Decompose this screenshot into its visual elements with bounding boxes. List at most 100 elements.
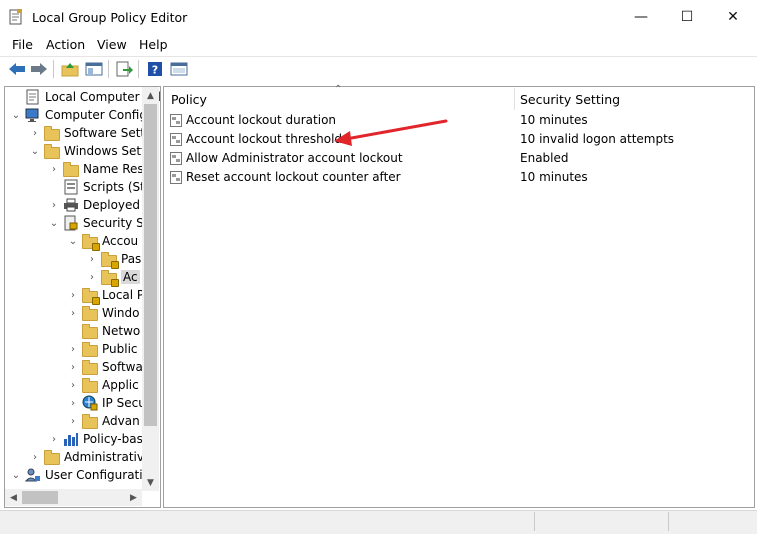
scroll-left-icon[interactable]: ◀ xyxy=(5,489,22,506)
expand-chevron-icon[interactable]: › xyxy=(49,196,59,214)
show-hide-tree-icon[interactable] xyxy=(84,59,104,79)
column-divider[interactable] xyxy=(514,88,515,110)
tree-node[interactable]: ⌄ Security Se xyxy=(49,214,151,232)
tree-node-label: Accou xyxy=(102,234,139,248)
expand-chevron-icon[interactable]: › xyxy=(30,124,40,142)
policy-doc-icon xyxy=(25,89,41,105)
close-button[interactable]: ✕ xyxy=(710,0,756,34)
tree-pane[interactable]: Local Computer Polic ⌄ Computer Config › Sof… xyxy=(4,86,161,508)
maximize-button[interactable]: ☐ xyxy=(664,0,710,34)
scroll-up-icon[interactable]: ▲ xyxy=(142,87,159,104)
policy-name: Account lockout duration xyxy=(186,113,337,127)
policy-row[interactable]: Account lockout duration 10 minutes xyxy=(168,111,748,130)
column-header-policy[interactable]: Policy xyxy=(171,88,207,110)
menu-action[interactable]: Action xyxy=(46,37,85,52)
tree-node[interactable]: Scripts (Sta xyxy=(49,178,152,196)
tree-node[interactable]: ⌄ User Configuratio xyxy=(11,466,150,484)
collapse-chevron-icon[interactable]: ⌄ xyxy=(68,232,78,250)
back-icon[interactable] xyxy=(7,59,27,79)
tree-node[interactable]: › Administrative xyxy=(30,448,151,466)
tree-node-label: Applic xyxy=(102,378,139,392)
collapse-chevron-icon[interactable]: ⌄ xyxy=(30,142,40,160)
tree-node[interactable]: › Local P xyxy=(68,286,145,305)
tree-node[interactable]: ⌄ Windows Sett xyxy=(30,142,146,160)
expand-chevron-icon[interactable]: › xyxy=(87,250,97,268)
tree-node[interactable]: › Name Res xyxy=(49,160,144,178)
chart-icon xyxy=(63,431,79,447)
expand-chevron-icon[interactable]: › xyxy=(68,412,78,430)
expand-chevron-icon[interactable]: › xyxy=(49,160,59,178)
up-folder-icon[interactable] xyxy=(60,59,80,79)
menu-view[interactable]: View xyxy=(97,37,127,52)
expand-chevron-icon[interactable]: › xyxy=(68,358,78,376)
tree-node[interactable]: Local Computer Polic xyxy=(11,88,160,106)
tree-node[interactable]: ⌄ Computer Config xyxy=(11,106,147,124)
tree-node-label: Local P xyxy=(102,288,145,302)
printer-icon xyxy=(63,197,79,213)
policy-row[interactable]: Allow Administrator account lockout Enab… xyxy=(168,149,748,168)
sort-ascending-icon: ⌃ xyxy=(334,84,343,95)
expand-chevron-icon[interactable]: › xyxy=(87,268,97,286)
collapse-chevron-icon[interactable]: ⌄ xyxy=(11,466,21,484)
properties-icon[interactable] xyxy=(169,59,189,79)
tree-node[interactable]: Netwo xyxy=(68,322,140,340)
ip-security-icon xyxy=(82,395,98,411)
tree-scroll-thumb[interactable] xyxy=(144,104,157,426)
tree-node[interactable]: › Software Setti xyxy=(30,124,148,142)
expand-chevron-icon[interactable]: › xyxy=(68,304,78,322)
tree-node[interactable]: › IP Secu xyxy=(68,394,146,412)
expand-chevron-icon[interactable]: › xyxy=(68,286,78,304)
tree-node[interactable]: ⌄ Accou xyxy=(68,232,139,251)
policy-setting-value: 10 minutes xyxy=(520,113,588,127)
folder-icon xyxy=(82,377,98,393)
security-icon xyxy=(63,215,79,231)
lock-folder-icon xyxy=(101,251,119,269)
expand-chevron-icon[interactable]: › xyxy=(68,376,78,394)
scroll-down-icon[interactable]: ▼ xyxy=(142,474,159,491)
tree-node[interactable]: › Applic xyxy=(68,376,139,394)
expand-chevron-icon[interactable]: › xyxy=(68,394,78,412)
tree-node-label: Security Se xyxy=(83,216,152,230)
policy-row[interactable]: Account lockout threshold 10 invalid log… xyxy=(168,130,748,149)
expand-chevron-icon[interactable]: › xyxy=(68,340,78,358)
tree-node-label: Software Setti xyxy=(64,126,149,140)
tree-node[interactable]: › Advan xyxy=(68,412,140,430)
help-icon[interactable]: ? xyxy=(145,59,165,79)
lock-folder-icon xyxy=(82,287,100,305)
status-divider xyxy=(534,512,535,531)
folder-icon xyxy=(82,359,98,375)
tree-node[interactable]: › Deployed xyxy=(49,196,140,214)
policy-row[interactable]: Reset account lockout counter after 10 m… xyxy=(168,168,748,187)
forward-icon[interactable] xyxy=(29,59,49,79)
expand-chevron-icon[interactable]: › xyxy=(30,448,40,466)
collapse-chevron-icon[interactable]: ⌄ xyxy=(11,106,21,124)
tree-node[interactable]: › Pas xyxy=(87,250,141,269)
folder-icon xyxy=(82,323,98,339)
folder-icon xyxy=(82,413,98,429)
menu-help[interactable]: Help xyxy=(139,37,168,52)
collapse-chevron-icon[interactable]: ⌄ xyxy=(49,214,59,232)
minimize-button[interactable]: — xyxy=(618,0,664,34)
folder-icon xyxy=(44,143,60,159)
tree-hscroll-thumb[interactable] xyxy=(22,491,58,504)
scroll-right-icon[interactable]: ▶ xyxy=(125,489,142,506)
tree-node[interactable]: › Windo xyxy=(68,304,140,322)
toolbar-separator xyxy=(53,60,54,78)
export-list-icon[interactable] xyxy=(114,59,134,79)
tree-node[interactable]: › Softwa xyxy=(68,358,143,376)
tree-node[interactable]: › Ac xyxy=(87,268,140,287)
menu-file[interactable]: File xyxy=(12,37,33,52)
tree-node-label: Netwo xyxy=(102,324,141,338)
column-header-security-setting[interactable]: Security Setting xyxy=(520,88,620,110)
expand-chevron-icon[interactable]: › xyxy=(49,430,59,448)
folder-icon xyxy=(82,341,98,357)
tree-node-label: Policy-bas xyxy=(83,432,143,446)
computer-icon xyxy=(25,107,41,123)
tree-node[interactable]: › Policy-bas xyxy=(49,430,143,448)
policy-setting-icon xyxy=(170,152,182,165)
tree-node[interactable]: › Public xyxy=(68,340,138,358)
policy-setting-icon xyxy=(170,171,182,184)
